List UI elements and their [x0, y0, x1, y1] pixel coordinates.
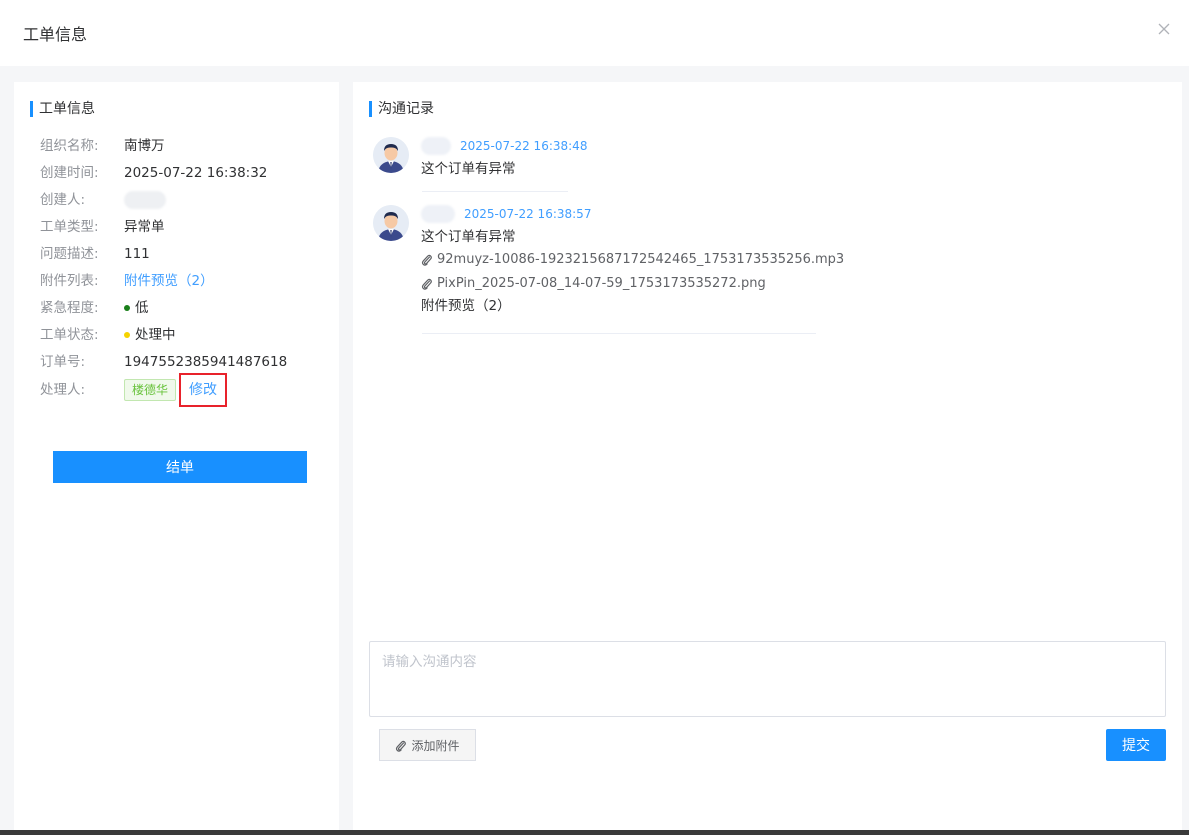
dialog-header: 工单信息 [0, 0, 1189, 66]
avatar [373, 137, 409, 173]
info-row-created-time: 创建时间: 2025-07-22 16:38:32 [40, 163, 267, 183]
dialog-title: 工单信息 [23, 25, 88, 44]
avatar [373, 205, 409, 241]
info-row-attachments: 附件列表: 附件预览（2） [40, 271, 214, 291]
ticket-type-value: 异常单 [124, 219, 165, 235]
info-label: 创建人: [40, 192, 86, 208]
info-row-handler: 处理人: 楼德华 修改 [40, 372, 228, 408]
info-row-creator: 创建人: [40, 190, 166, 210]
info-label: 问题描述: [40, 246, 99, 262]
info-label: 紧急程度: [40, 300, 99, 316]
status-value: 处理中 [135, 327, 176, 343]
message-time: 2025-07-22 16:38:57 [464, 207, 592, 221]
handler-tag: 楼德华 [124, 379, 177, 401]
urgency-dot [124, 305, 130, 311]
message-divider [422, 191, 568, 192]
communication-section-title: 沟通记录 [369, 100, 434, 118]
info-label: 工单类型: [40, 219, 99, 235]
info-label: 附件列表: [40, 273, 99, 289]
info-row-status: 工单状态: 处理中 [40, 325, 176, 345]
info-row-urgency: 紧急程度: 低 [40, 298, 149, 318]
communication-panel: 沟通记录 2025-07-22 16:38:48 这个订单有异常 2025-07… [353, 82, 1182, 830]
file-name: 92muyz-10086-1923215687172542465_1753173… [437, 251, 845, 267]
close-icon[interactable] [1157, 22, 1171, 36]
info-row-order-no: 订单号: 1947552385941487618 [40, 352, 287, 372]
status-dot [124, 332, 130, 338]
paperclip-icon [396, 740, 407, 752]
info-label: 订单号: [40, 354, 86, 370]
ticket-info-panel: 工单信息 组织名称: 南博万 创建时间: 2025-07-22 16:38:32… [14, 82, 339, 830]
paperclip-icon [421, 254, 432, 266]
file-name: PixPin_2025-07-08_14-07-59_1753173535272… [437, 275, 766, 291]
info-label: 工单状态: [40, 327, 99, 343]
bottom-edge [0, 830, 1189, 835]
edit-handler-button[interactable]: 修改 [179, 373, 228, 407]
message-header: 2025-07-22 16:38:57 [421, 205, 844, 223]
submit-button[interactable]: 提交 [1106, 729, 1166, 761]
paperclip-icon [421, 278, 432, 290]
message-file[interactable]: 92muyz-10086-1923215687172542465_1753173… [421, 247, 844, 271]
message-body: 2025-07-22 16:38:57 这个订单有异常 92muyz-10086… [421, 205, 844, 316]
description-value: 111 [124, 246, 150, 262]
created-time-value: 2025-07-22 16:38:32 [124, 165, 268, 181]
urgency-value: 低 [135, 300, 149, 316]
info-row-type: 工单类型: 异常单 [40, 217, 165, 237]
message-header: 2025-07-22 16:38:48 [421, 137, 587, 155]
order-number-value: 1947552385941487618 [124, 354, 288, 370]
attachment-preview-link[interactable]: 附件预览（2） [124, 271, 214, 291]
creator-value [124, 191, 166, 209]
finish-ticket-button[interactable]: 结单 [53, 451, 307, 483]
ticket-info-section-title: 工单信息 [30, 100, 95, 118]
info-label: 创建时间: [40, 165, 99, 181]
message-body: 2025-07-22 16:38:48 这个订单有异常 [421, 137, 587, 179]
message-divider [422, 333, 816, 334]
message-attachment-preview-link[interactable]: 附件预览（2） [421, 296, 844, 316]
message-file[interactable]: PixPin_2025-07-08_14-07-59_1753173535272… [421, 271, 844, 295]
message-text: 这个订单有异常 [421, 229, 516, 245]
message-time: 2025-07-22 16:38:48 [460, 139, 588, 153]
add-attachment-label: 添加附件 [411, 738, 460, 753]
org-name-value: 南博万 [124, 138, 165, 154]
message-sender [421, 205, 455, 223]
info-label: 处理人: [40, 382, 86, 398]
message-sender [421, 137, 451, 155]
message-input[interactable] [369, 641, 1166, 717]
message-text: 这个订单有异常 [421, 161, 516, 177]
info-row-org: 组织名称: 南博万 [40, 136, 165, 156]
info-label: 组织名称: [40, 138, 99, 154]
info-row-description: 问题描述: 111 [40, 244, 150, 264]
add-attachment-button[interactable]: 添加附件 [379, 729, 476, 761]
